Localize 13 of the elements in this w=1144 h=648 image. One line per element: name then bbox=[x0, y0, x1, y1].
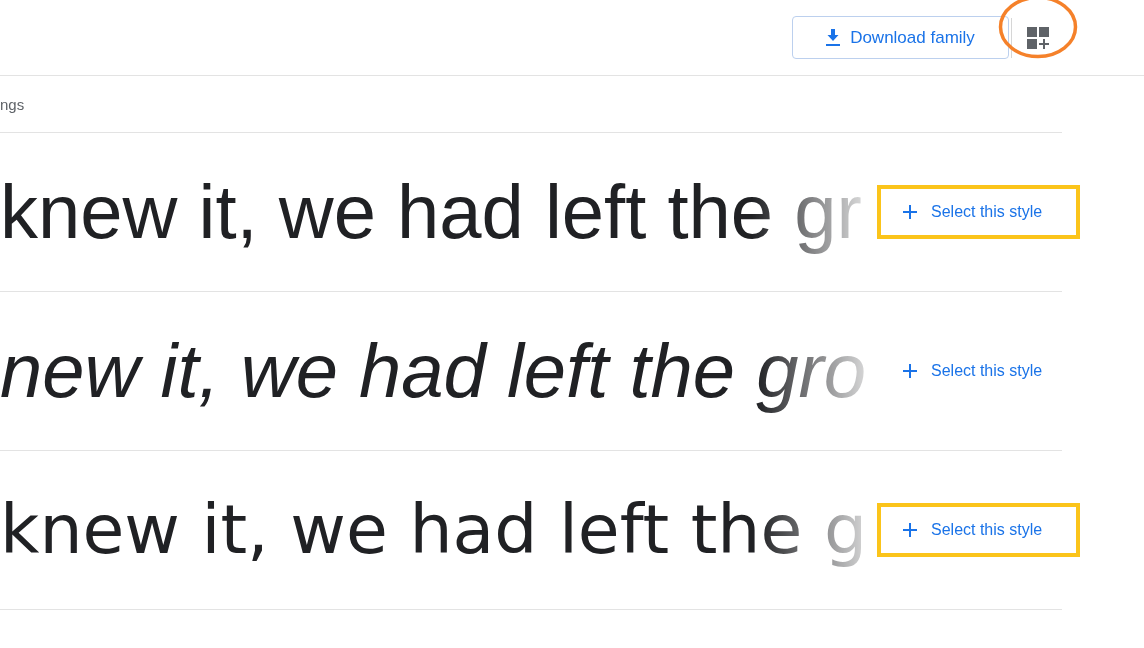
font-sample-text: knew it, we had left the gr bbox=[0, 168, 862, 256]
font-sample-text: knew it, we had left the g bbox=[0, 490, 868, 570]
select-style-button[interactable]: Select this style bbox=[895, 197, 1051, 227]
font-sample-text: new it, we had left the gro bbox=[0, 327, 867, 415]
plus-icon bbox=[903, 523, 917, 537]
section-label: ngs bbox=[0, 95, 25, 113]
grid-plus-icon[interactable] bbox=[1026, 25, 1050, 50]
plus-icon bbox=[903, 364, 917, 378]
download-family-button[interactable]: Download family bbox=[792, 16, 1009, 59]
plus-icon bbox=[903, 205, 917, 219]
download-icon bbox=[826, 29, 841, 46]
select-style-button[interactable]: Select this style bbox=[895, 515, 1051, 545]
select-style-button[interactable]: Select this style bbox=[895, 356, 1051, 386]
